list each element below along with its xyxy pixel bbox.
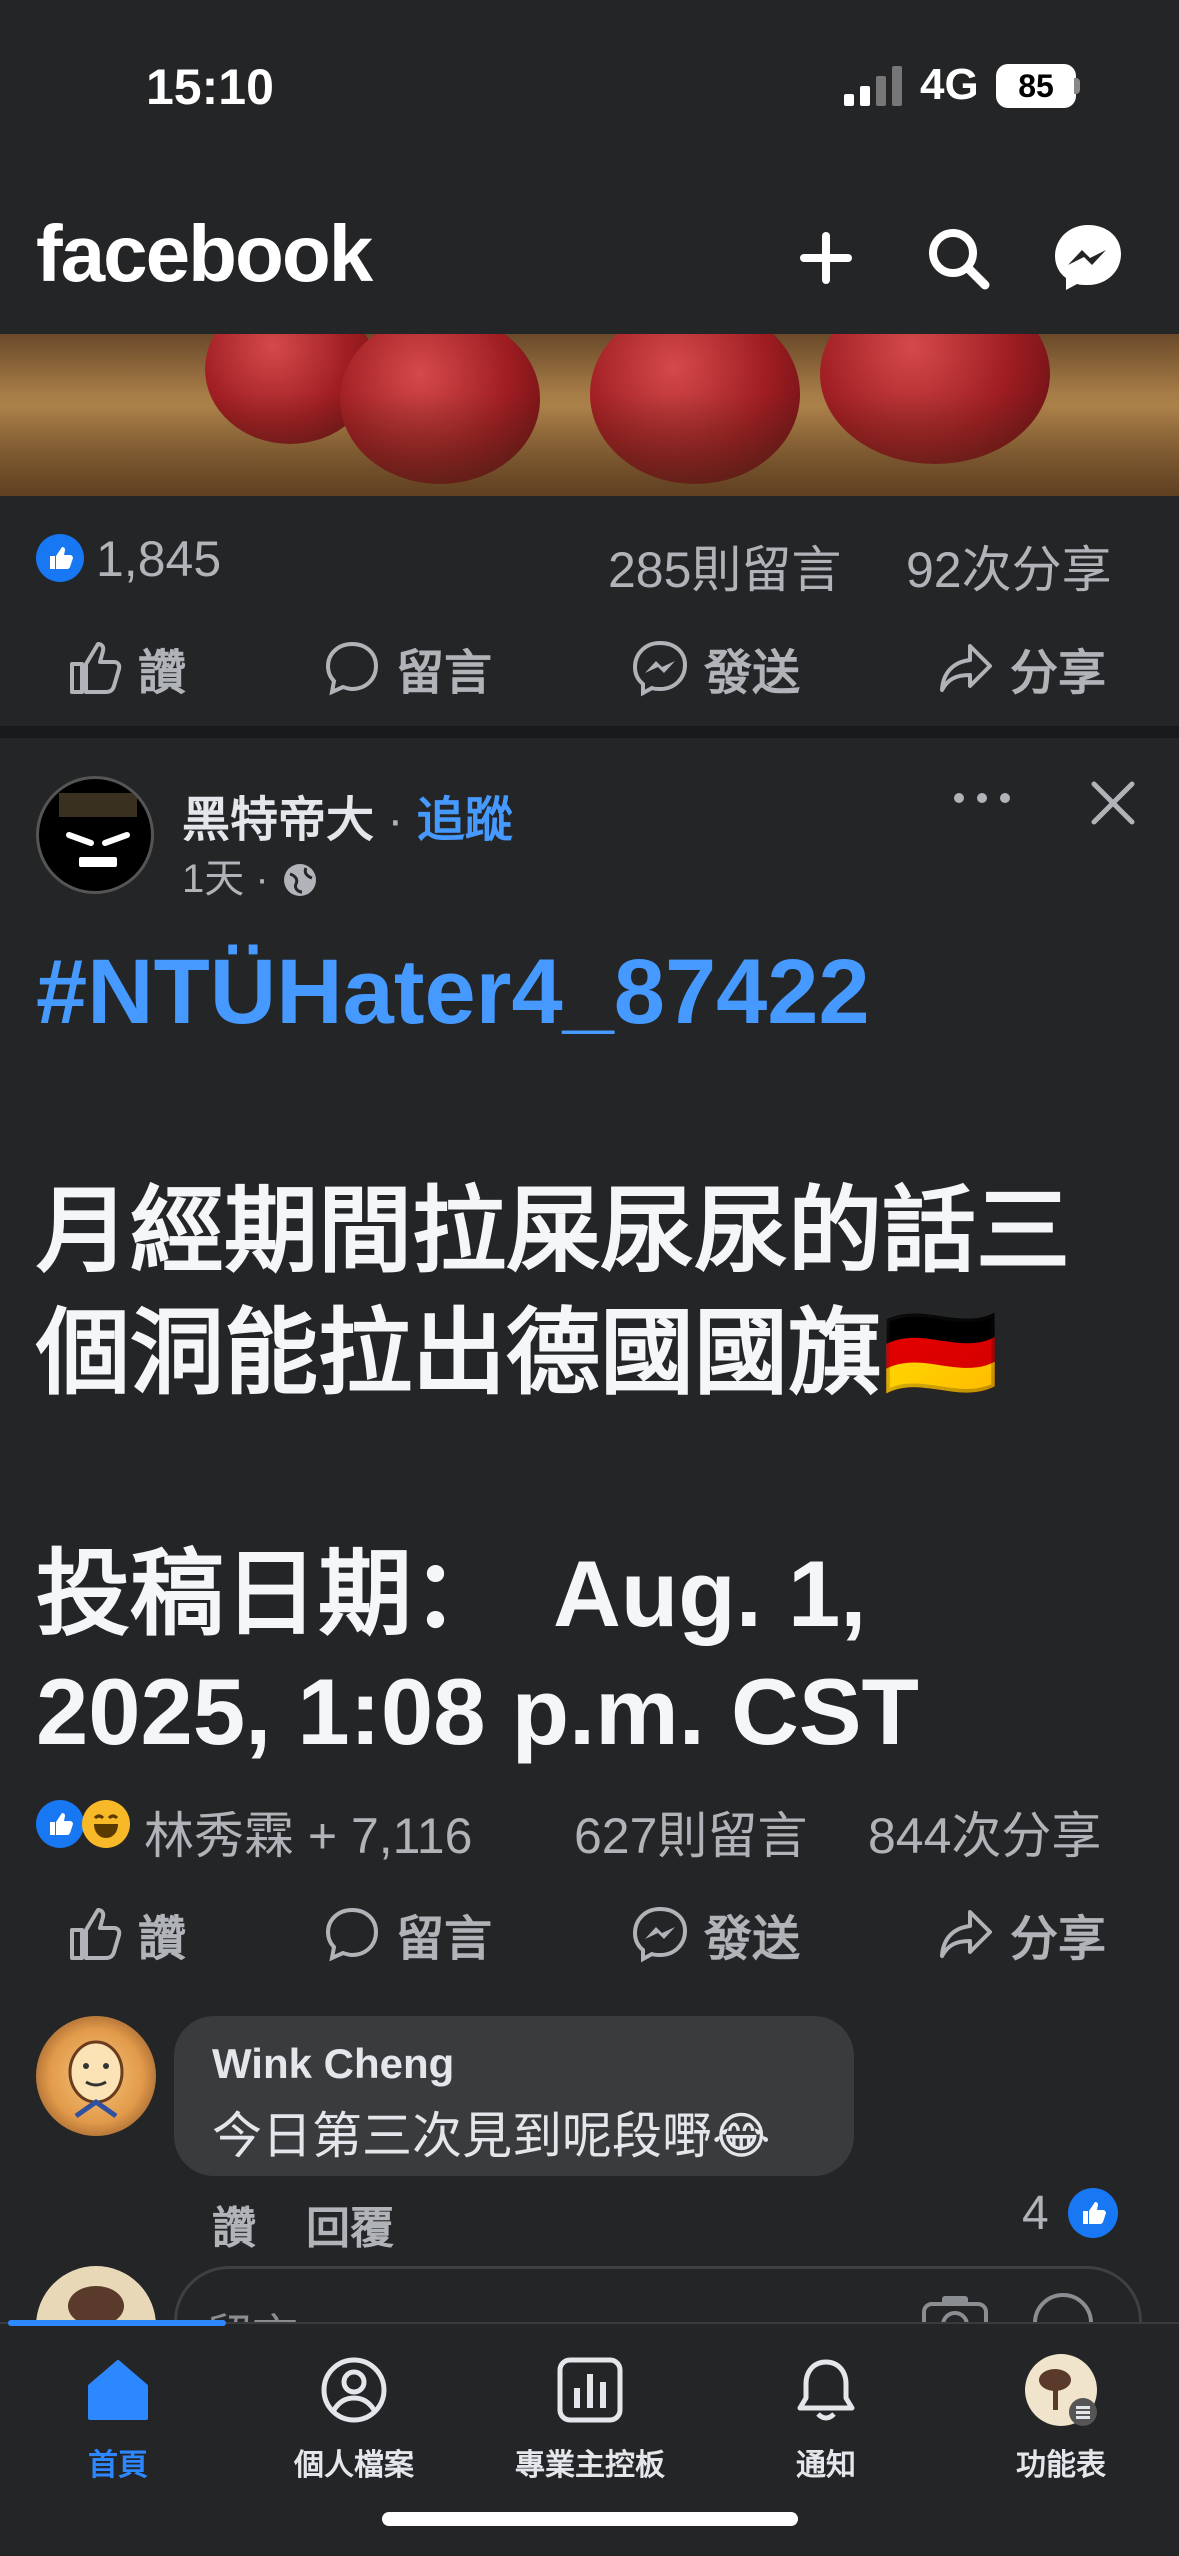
post-photo[interactable] <box>0 334 1179 496</box>
dashboard-icon <box>550 2350 630 2430</box>
like-label: 讚 <box>138 647 187 700</box>
post-author-line: 黑特帝大 · 追蹤 <box>182 780 513 850</box>
post2-share-button[interactable]: 分享 <box>936 1894 1106 1974</box>
post2-comment-button[interactable]: 留言 <box>322 1894 492 1974</box>
globe-icon <box>283 864 316 896</box>
post2-comment-count[interactable]: 627則留言 <box>574 1796 807 1868</box>
signal-icon <box>844 66 902 106</box>
share-icon <box>940 1910 992 1958</box>
post1-comment-button[interactable]: 留言 <box>322 628 492 708</box>
post-hashtag[interactable]: #NTÜHater4_87422 <box>36 940 870 1045</box>
post-submission-date: 投稿日期： Aug. 1, 2025, 1:08 p.m. CST <box>36 1535 1156 1771</box>
page-avatar[interactable] <box>36 776 154 894</box>
facebook-logo[interactable]: facebook <box>36 208 373 300</box>
network-label: 4G <box>920 60 979 109</box>
nav-label: 個人檔案 <box>294 2449 414 2482</box>
create-button[interactable] <box>778 210 874 306</box>
comment-author[interactable]: Wink Cheng <box>212 2040 454 2088</box>
search-button[interactable] <box>910 210 1006 306</box>
thumbs-up-icon <box>70 642 122 694</box>
like-reaction-icon <box>36 534 84 582</box>
post1-share-button[interactable]: 分享 <box>936 628 1106 708</box>
post-body-line: 個洞能拉出德國國旗🇩🇪 <box>36 1300 1000 1405</box>
messenger-icon <box>1055 225 1121 290</box>
comment-label: 留言 <box>396 647 493 700</box>
name-separator: · <box>387 794 404 847</box>
search-icon <box>929 229 990 290</box>
post2-action-bar: 讚 留言 發送 分享 <box>0 1894 1179 1974</box>
post1-like-button[interactable]: 讚 <box>64 628 186 708</box>
send-label: 發送 <box>704 1913 801 1966</box>
post-body-line: 月經期間拉屎尿尿的話三 <box>36 1178 1071 1283</box>
post1-reaction-count[interactable]: 1,845 <box>96 530 221 588</box>
close-icon <box>1091 781 1135 825</box>
nav-label: 首頁 <box>88 2449 148 2482</box>
page-name[interactable]: 黑特帝大 <box>182 794 374 847</box>
feed-divider <box>0 726 1179 738</box>
haha-reaction-icon <box>82 1800 130 1848</box>
home-indicator[interactable] <box>382 2512 798 2526</box>
more-options-button[interactable] <box>954 770 1010 826</box>
more-icon <box>954 793 964 803</box>
share-icon <box>940 644 992 692</box>
post2-reaction-summary[interactable]: 林秀霖 + 7,116 <box>144 1796 472 1868</box>
menu-avatar-icon <box>1021 2350 1101 2430</box>
profile-icon <box>314 2350 394 2430</box>
send-label: 發送 <box>704 647 801 700</box>
status-time: 15:10 <box>146 59 274 115</box>
comment-like-icon <box>1068 2188 1118 2238</box>
nav-menu[interactable]: 功能表 <box>943 2350 1179 2484</box>
post-date-line: 2025, 1:08 p.m. CST <box>36 1659 919 1764</box>
comment-text: 今日第三次見到呢段嘢😂 <box>212 2108 771 2164</box>
battery-indicator: 85 <box>996 64 1076 108</box>
nav-home[interactable]: 首頁 <box>0 2350 236 2484</box>
post2-like-button[interactable]: 讚 <box>64 1894 186 1974</box>
post1-comment-count[interactable]: 285則留言 <box>608 530 841 602</box>
messenger-outline-icon <box>632 640 688 697</box>
bell-icon <box>786 2350 866 2430</box>
messenger-outline-icon <box>632 1906 688 1963</box>
like-label: 讚 <box>138 1913 187 1966</box>
nav-dashboard[interactable]: 專業主控板 <box>472 2350 708 2484</box>
post2-send-button[interactable]: 發送 <box>630 1894 800 1974</box>
plus-icon <box>800 232 852 284</box>
post1-share-count[interactable]: 92次分享 <box>906 530 1112 602</box>
post1-action-bar: 讚 留言 發送 分享 <box>0 628 1179 708</box>
share-label: 分享 <box>1010 647 1107 700</box>
comment-icon <box>325 1907 379 1962</box>
nav-profile[interactable]: 個人檔案 <box>236 2350 472 2484</box>
nav-label: 功能表 <box>1016 2449 1106 2482</box>
comment-icon <box>325 641 379 696</box>
comment-reply-button[interactable]: 回覆 <box>306 2192 394 2256</box>
share-label: 分享 <box>1010 1913 1107 1966</box>
comment-like-button[interactable]: 讚 <box>212 2192 256 2256</box>
post2-share-count[interactable]: 844次分享 <box>868 1796 1101 1868</box>
meta-separator: · <box>255 857 269 901</box>
like-reaction-icon <box>36 1800 84 1848</box>
post-meta: 1天 · <box>182 846 320 904</box>
post1-send-button[interactable]: 發送 <box>630 628 800 708</box>
comment-label: 留言 <box>396 1913 493 1966</box>
thumbs-up-icon <box>70 1908 122 1960</box>
nav-notifications[interactable]: 通知 <box>708 2350 944 2484</box>
home-icon <box>78 2350 158 2430</box>
post-time[interactable]: 1天 <box>182 857 244 901</box>
hide-post-button[interactable] <box>1086 776 1140 830</box>
battery-tip <box>1074 78 1080 94</box>
follow-button[interactable]: 追蹤 <box>417 794 513 847</box>
post-body: 月經期間拉屎尿尿的話三 個洞能拉出德國國旗🇩🇪 <box>36 1170 1156 1414</box>
nav-label: 專業主控板 <box>515 2449 665 2482</box>
nav-label: 通知 <box>796 2449 856 2482</box>
active-tab-indicator <box>8 2320 226 2326</box>
messenger-button[interactable] <box>1040 210 1136 306</box>
post-date-line: 投稿日期： Aug. 1, <box>36 1541 867 1646</box>
commenter-avatar[interactable] <box>36 2016 156 2136</box>
comment-like-count[interactable]: 4 <box>1022 2186 1049 2241</box>
